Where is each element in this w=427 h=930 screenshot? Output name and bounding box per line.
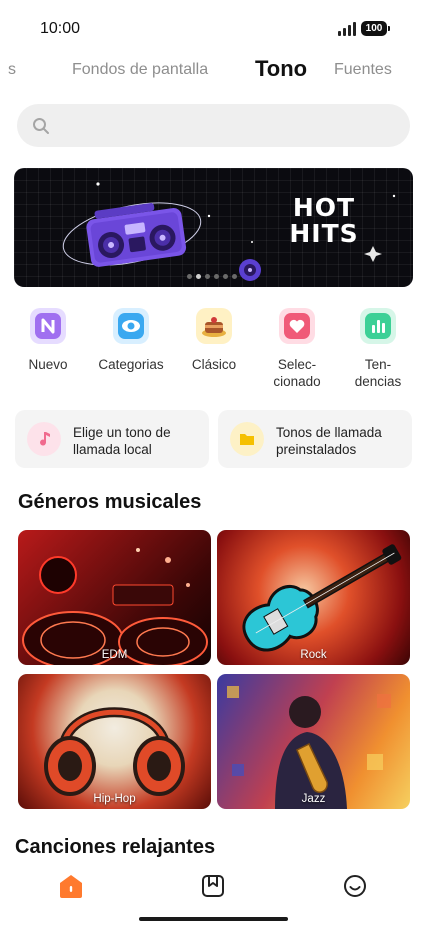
genre-label: EDM: [101, 649, 128, 661]
category-classic[interactable]: Clásico: [174, 308, 254, 373]
category-selected[interactable]: Selec- cionado: [257, 308, 337, 390]
nav-bookmarks[interactable]: [199, 872, 227, 900]
smiley-icon: [344, 875, 366, 897]
category-new[interactable]: Nuevo: [8, 308, 88, 373]
hot-hits-banner[interactable]: HOT HITS: [14, 168, 413, 287]
local-ringtone-card[interactable]: Elige un tono de llamada local: [15, 410, 209, 468]
search-input[interactable]: [17, 104, 410, 147]
tab-previous[interactable]: s: [8, 61, 16, 79]
tab-ringtone[interactable]: Tono: [255, 56, 307, 82]
nav-home[interactable]: [57, 872, 85, 900]
bar-chart-icon: [360, 308, 396, 344]
category-categories[interactable]: Categorias: [91, 308, 171, 373]
search-icon: [33, 118, 49, 134]
genre-rock[interactable]: Rock: [217, 530, 410, 665]
nav-profile[interactable]: [341, 872, 369, 900]
carousel-dot: [205, 274, 210, 279]
carousel-dot: [223, 274, 228, 279]
tab-fonts[interactable]: Fuentes: [334, 61, 392, 79]
home-indicator: [139, 917, 288, 921]
genre-label: Rock: [300, 649, 327, 661]
carousel-dot: [214, 274, 219, 279]
carousel-dot-active: [196, 274, 201, 279]
music-note-icon: [27, 422, 61, 456]
status-time: 10:00: [40, 20, 81, 37]
carousel-indicator: [187, 274, 237, 279]
hiphop-artwork: [44, 707, 185, 796]
jazz-artwork: [227, 686, 391, 809]
new-icon: [30, 308, 66, 344]
preinstalled-ringtones-card[interactable]: Tonos de llamada preinstalados: [218, 410, 412, 468]
cake-icon: [196, 308, 232, 344]
genre-jazz[interactable]: Jazz: [217, 674, 410, 809]
preinstalled-ringtones-label: Tonos de llamada preinstalados: [276, 425, 382, 457]
local-ringtone-label: Elige un tono de llamada local: [73, 425, 171, 457]
top-tabs: s Fondos de pantalla Tono Fuentes: [0, 54, 427, 86]
genre-label: Hip-Hop: [93, 793, 136, 805]
relaxing-section-title: Canciones relajantes: [15, 836, 216, 858]
carousel-dot: [187, 274, 192, 279]
folder-icon: [230, 422, 264, 456]
heart-icon: [279, 308, 315, 344]
genre-hiphop[interactable]: Hip-Hop: [18, 674, 211, 809]
category-trends[interactable]: Ten- dencias: [338, 308, 418, 390]
signal-icon: [338, 22, 356, 36]
battery-icon: 100: [361, 21, 390, 36]
edm-artwork: [22, 548, 208, 665]
eye-icon: [113, 308, 149, 344]
rock-artwork: [242, 544, 402, 652]
tab-wallpapers[interactable]: Fondos de pantalla: [72, 61, 208, 79]
genres-section-title: Géneros musicales: [18, 491, 202, 513]
genre-edm[interactable]: EDM: [18, 530, 211, 665]
genre-label: Jazz: [301, 793, 326, 805]
bookmark-icon: [202, 875, 224, 897]
status-bar: 10:00 100: [0, 0, 427, 58]
home-icon: [60, 875, 82, 898]
banner-title: HOT HITS: [289, 193, 359, 248]
carousel-dot: [232, 274, 237, 279]
